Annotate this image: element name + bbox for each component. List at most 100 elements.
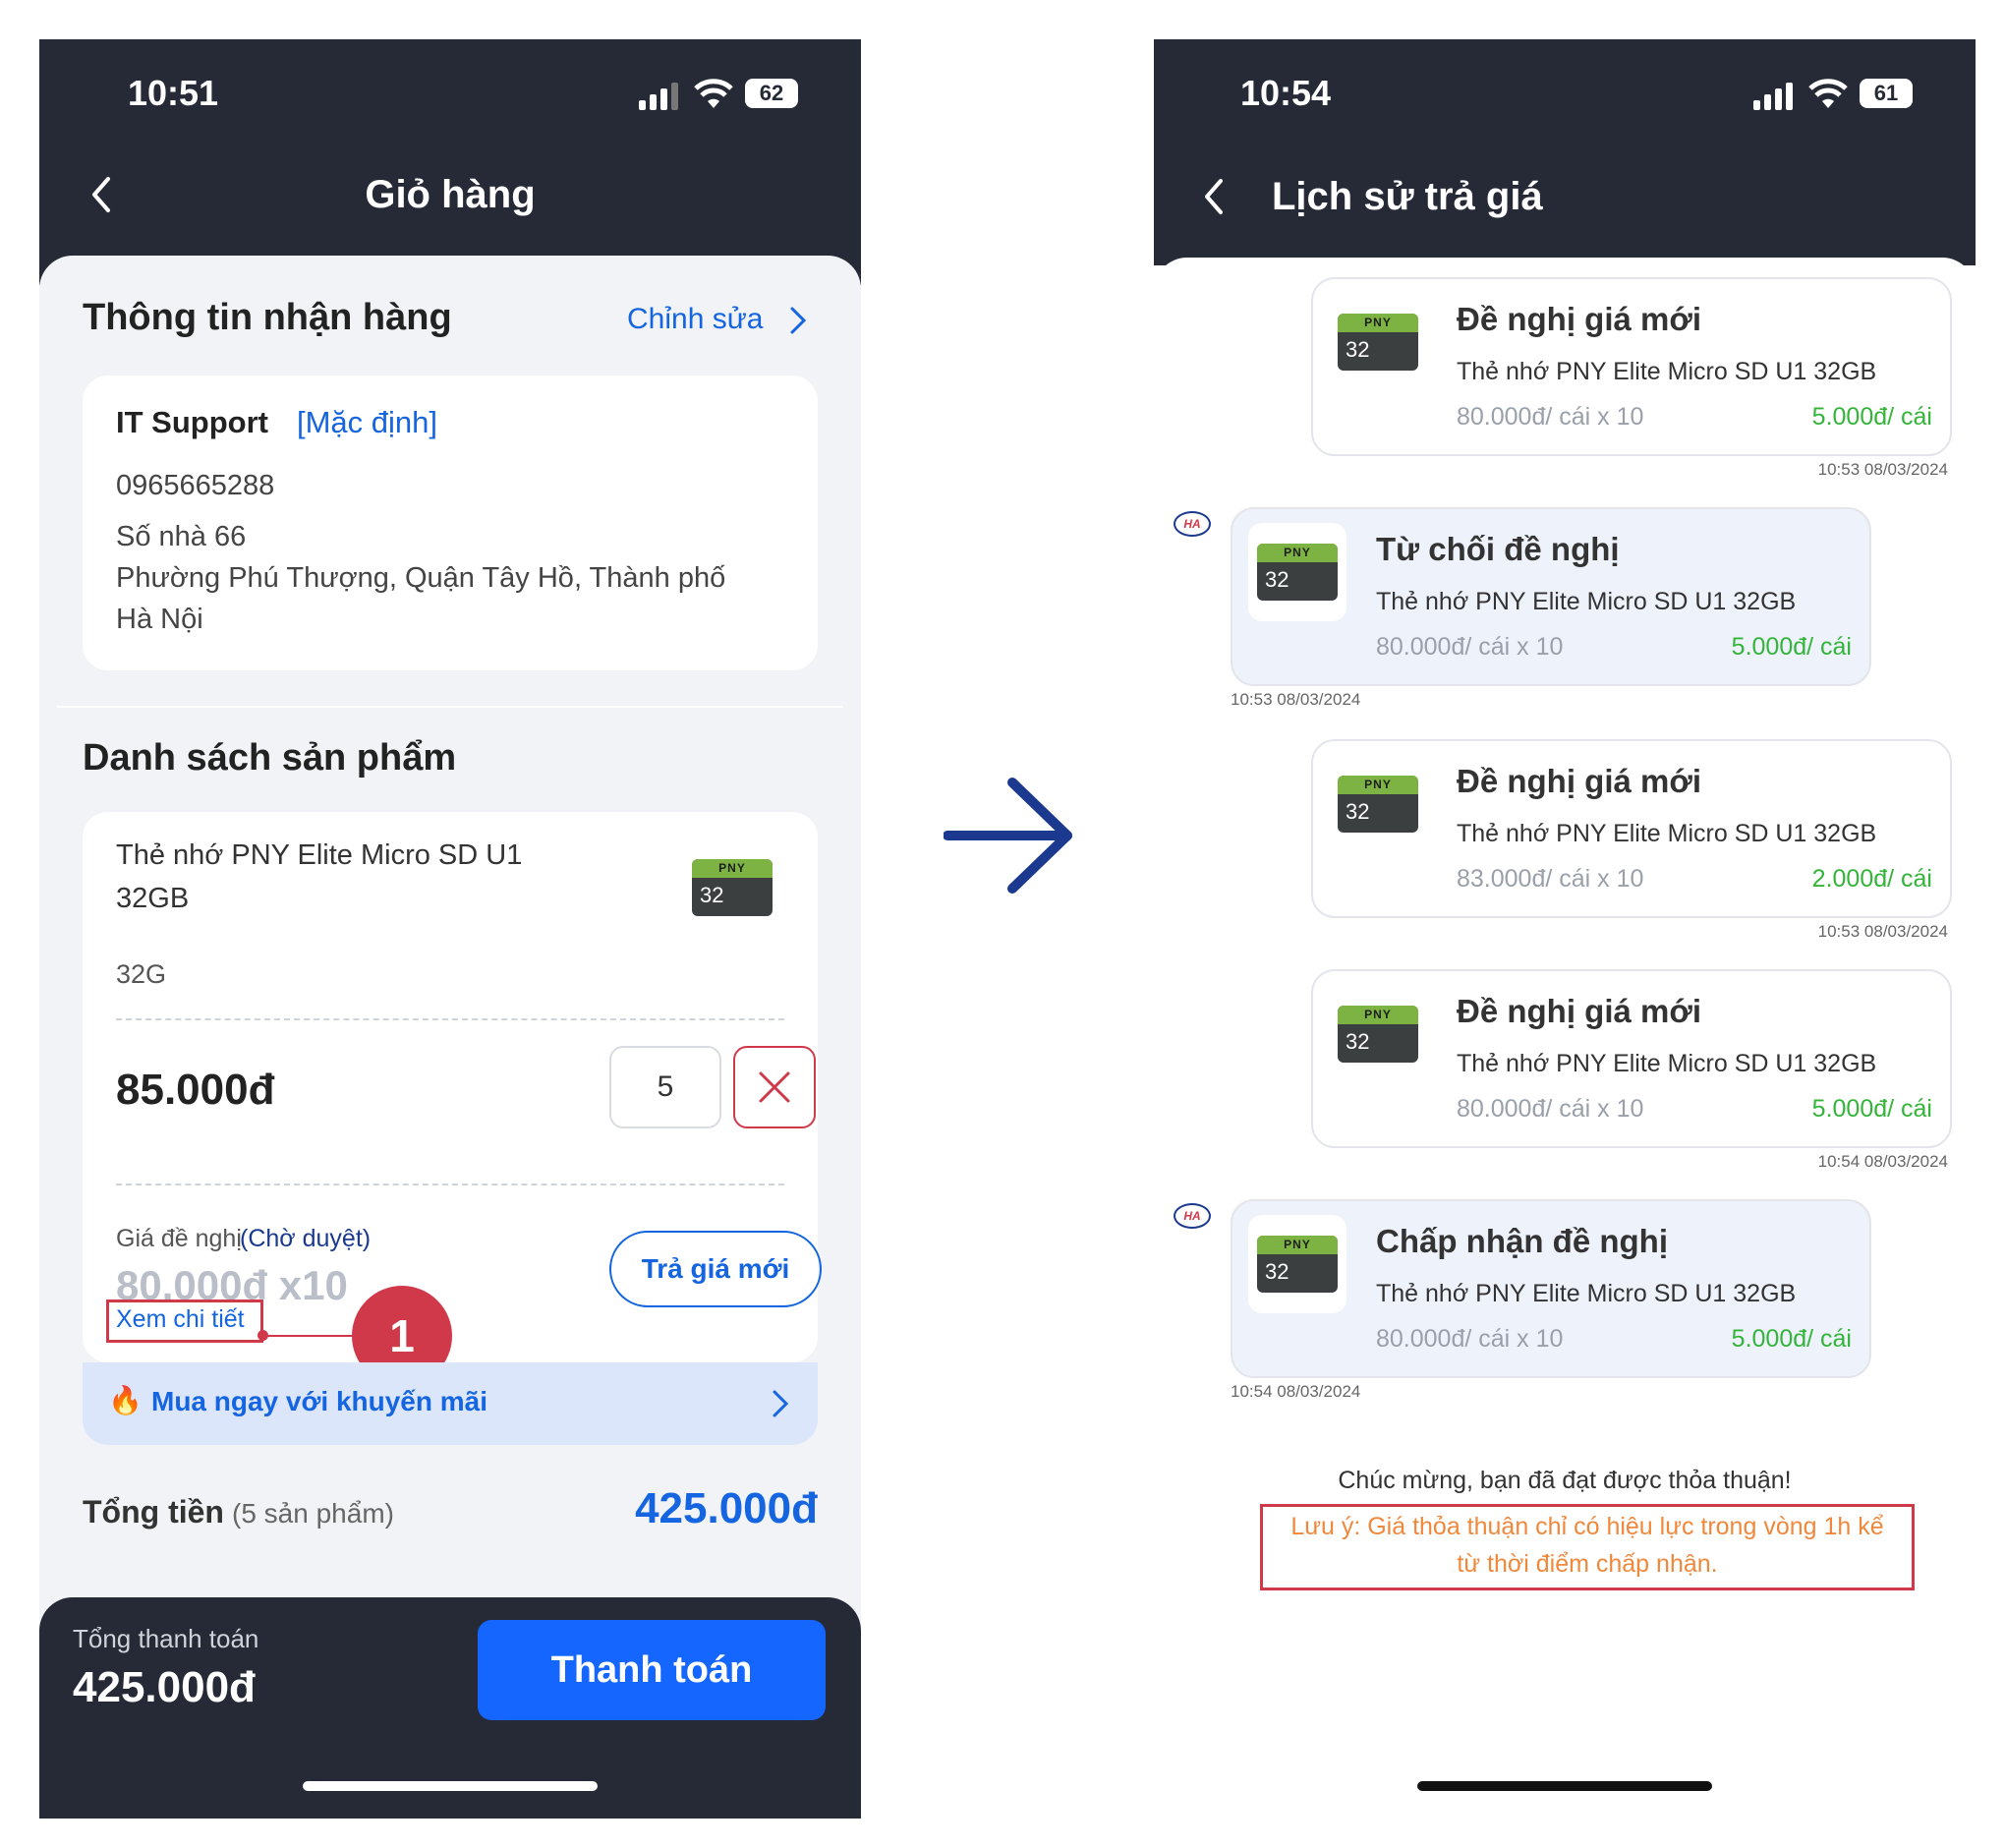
thumb-number: 32 (1346, 799, 1370, 824)
message-offer: 2.000đ/ cái (1811, 865, 1932, 893)
sd-card-image: PNY 32 (1338, 776, 1418, 833)
note-line-2: từ thời điểm chấp nhận. (1457, 1550, 1718, 1578)
offer-message: PNY 32 Đề nghị giá mới Thẻ nhớ PNY Elite… (1311, 969, 1952, 1148)
message-price: 80.000đ/ cái x 10 (1457, 403, 1644, 431)
congrats-message: Chúc mừng, bạn đã đạt được thỏa thuận! (1338, 1467, 1792, 1494)
edit-receiver-link[interactable]: Chỉnh sửa (627, 303, 764, 336)
callout-dot (258, 1330, 268, 1341)
address-line-2: Phường Phú Thượng, Quận Tây Hồ, Thành ph… (116, 562, 726, 594)
offer-message: PNY 32 Đề nghị giá mới Thẻ nhớ PNY Elite… (1311, 277, 1952, 456)
receiver-name: IT Support (116, 405, 268, 439)
total-value: 425.000đ (635, 1484, 818, 1532)
address-line-3: Hà Nội (116, 604, 203, 635)
product-thumbnail: PNY 32 (1248, 523, 1346, 621)
thumb-number: 32 (1346, 337, 1370, 362)
message-offer: 5.000đ/ cái (1811, 1095, 1932, 1123)
thumb-number: 32 (1346, 1029, 1370, 1054)
pay-total-label: Tổng thanh toán (73, 1624, 259, 1653)
product-thumbnail: PNY 32 (1248, 1215, 1346, 1313)
note-line-1: Lưu ý: Giá thỏa thuận chỉ có hiệu lực tr… (1290, 1513, 1884, 1540)
message-offer: 5.000đ/ cái (1731, 1325, 1852, 1353)
message-product: Thẻ nhớ PNY Elite Micro SD U1 32GB (1457, 358, 1877, 385)
message-price: 83.000đ/ cái x 10 (1457, 865, 1644, 893)
section-divider (57, 706, 843, 708)
pay-total-value: 425.000đ (73, 1663, 256, 1711)
sd-card-image: PNY 32 (1257, 544, 1338, 601)
promo-banner[interactable]: 🔥 Mua ngay với khuyến mãi (83, 1362, 818, 1445)
fire-icon: 🔥 (108, 1385, 143, 1415)
product-thumbnail: PNY 32 (1329, 755, 1427, 853)
message-offer: 5.000đ/ cái (1731, 633, 1852, 661)
address-line-1: Số nhà 66 (116, 521, 247, 552)
default-tag: [Mặc định] (297, 405, 438, 439)
offer-message: PNY 32 Từ chối đề nghị Thẻ nhớ PNY Elite… (1231, 507, 1871, 686)
message-timestamp: 10:54 08/03/2024 (1231, 1382, 1361, 1401)
product-price: 85.000đ (116, 1066, 275, 1114)
message-product: Thẻ nhớ PNY Elite Micro SD U1 32GB (1457, 1050, 1877, 1077)
pay-button[interactable]: Thanh toán (478, 1620, 826, 1720)
message-price: 80.000đ/ cái x 10 (1376, 1325, 1564, 1353)
thumb-brand: PNY (1338, 1006, 1418, 1024)
product-name-line-2: 32GB (116, 883, 190, 914)
arrow-right-icon (943, 777, 1081, 899)
message-title: Đề nghị giá mới (1457, 301, 1701, 337)
message-title: Đề nghị giá mới (1457, 763, 1701, 799)
thumb-number: 32 (1265, 1259, 1289, 1284)
thumb-number: 32 (700, 883, 724, 907)
message-timestamp: 10:54 08/03/2024 (1817, 1152, 1948, 1171)
edit-label: Chỉnh sửa (627, 303, 764, 335)
page-title: Giỏ hàng (365, 173, 536, 216)
message-title: Chấp nhận đề nghị (1376, 1223, 1668, 1259)
product-thumbnail: PNY 32 (692, 859, 773, 916)
offer-message: PNY 32 Chấp nhận đề nghị Thẻ nhớ PNY Eli… (1231, 1199, 1871, 1378)
sd-card-image: PNY 32 (1338, 314, 1418, 371)
agreement-note: Lưu ý: Giá thỏa thuận chỉ có hiệu lực tr… (1260, 1508, 1915, 1583)
home-indicator (1417, 1781, 1712, 1791)
shop-avatar: HA (1174, 511, 1211, 537)
quantity-input[interactable]: 5 (609, 1046, 721, 1128)
close-icon (759, 1071, 790, 1103)
message-title: Từ chối đề nghị (1376, 531, 1620, 567)
home-indicator (303, 1781, 598, 1791)
thumb-brand: PNY (1257, 544, 1338, 562)
message-timestamp: 10:53 08/03/2024 (1817, 922, 1948, 941)
dashed-divider-2 (116, 1184, 784, 1185)
delete-button[interactable] (733, 1046, 816, 1128)
message-product: Thẻ nhớ PNY Elite Micro SD U1 32GB (1457, 820, 1877, 847)
offer-message: PNY 32 Đề nghị giá mới Thẻ nhớ PNY Elite… (1311, 739, 1952, 918)
message-offer: 5.000đ/ cái (1811, 403, 1932, 431)
new-offer-button[interactable]: Trả giá mới (609, 1231, 822, 1307)
history-screen: 10:54 61 Lịch sử trả giá PNY 32 Đề nghị … (1154, 39, 1976, 1819)
total-count: (5 sản phẩm) (232, 1498, 394, 1529)
status-time: 10:51 (128, 73, 219, 113)
dashed-divider (116, 1018, 784, 1020)
product-variant: 32G (116, 959, 167, 989)
chevron-right-icon[interactable] (788, 305, 808, 341)
product-thumbnail: PNY 32 (1329, 985, 1427, 1083)
message-timestamp: 10:53 08/03/2024 (1817, 460, 1948, 479)
thumb-brand: PNY (1338, 776, 1418, 794)
view-detail-link[interactable]: Xem chi tiết (116, 1305, 245, 1334)
battery-icon: 62 (745, 79, 798, 108)
offer-status: (Chờ duyệt) (240, 1225, 372, 1252)
product-card: Thẻ nhớ PNY Elite Micro SD U1 32GB PNY 3… (83, 812, 822, 1362)
thumb-brand: PNY (1338, 314, 1418, 332)
sd-card-image: PNY 32 (1338, 1006, 1418, 1063)
message-product: Thẻ nhớ PNY Elite Micro SD U1 32GB (1376, 588, 1797, 615)
thumb-brand: PNY (692, 859, 773, 878)
cart-screen: 10:51 62 Giỏ hàng Thông tin nhận hàng Ch… (39, 39, 861, 1819)
message-timestamp: 10:53 08/03/2024 (1231, 690, 1361, 709)
chevron-right-icon (773, 1390, 789, 1417)
promo-label: Mua ngay với khuyến mãi (151, 1386, 488, 1416)
thumb-number: 32 (1265, 567, 1289, 592)
thumb-brand: PNY (1257, 1236, 1338, 1254)
shop-avatar: HA (1174, 1203, 1211, 1229)
offer-label: Giá đề nghị (116, 1225, 242, 1252)
sd-card-image: PNY 32 (1257, 1236, 1338, 1293)
products-section-title: Danh sách sản phẩm (83, 737, 457, 779)
product-thumbnail: PNY 32 (1329, 293, 1427, 391)
receiver-card: IT Support [Mặc định] 0965665288 Số nhà … (83, 375, 818, 670)
message-price: 80.000đ/ cái x 10 (1457, 1095, 1644, 1123)
receiver-phone: 0965665288 (116, 470, 275, 501)
signal-icon (639, 81, 684, 115)
